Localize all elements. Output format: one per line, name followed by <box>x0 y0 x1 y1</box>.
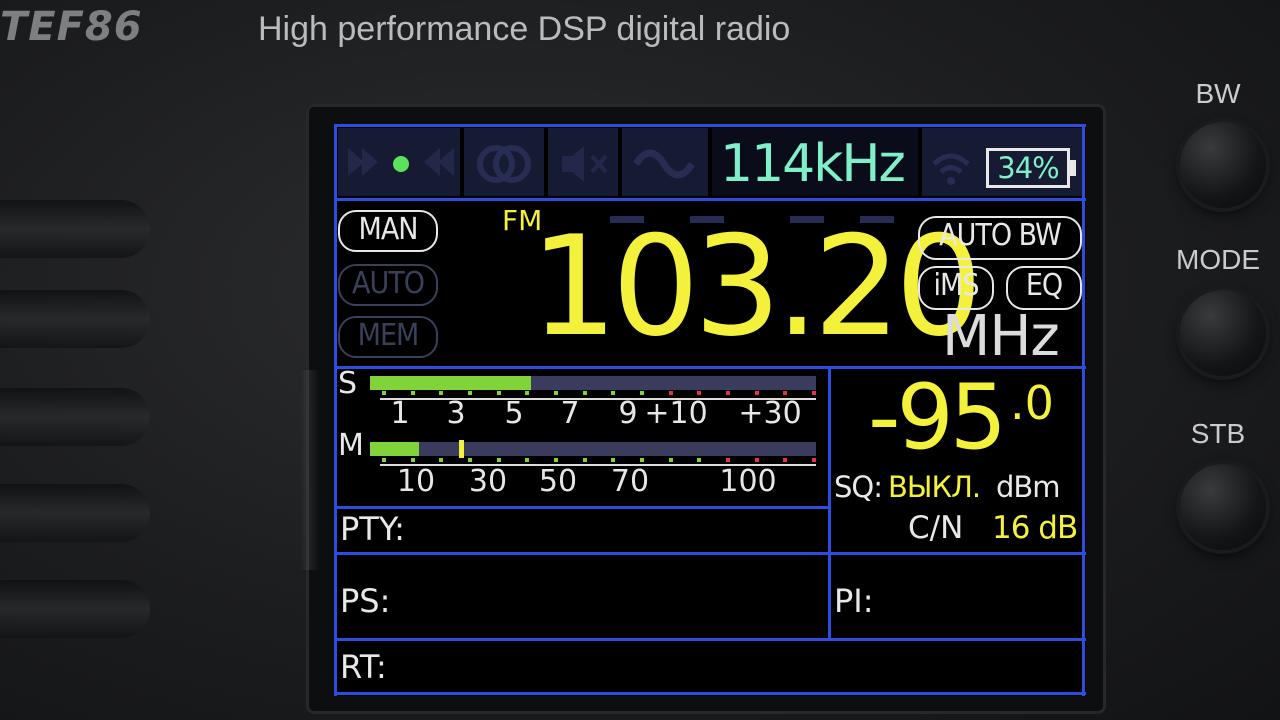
meter-tick <box>525 458 530 462</box>
s-meter-fill <box>370 376 531 390</box>
m-meter-track <box>370 442 816 456</box>
battery-percent: 34% <box>997 151 1059 185</box>
meter-tick <box>812 391 816 395</box>
m-scale-label: 100 <box>719 464 777 499</box>
meter-tick <box>554 458 558 462</box>
screen-glare <box>300 370 320 570</box>
brand-logo: TEF86 <box>0 4 143 50</box>
meter-tick <box>726 458 730 462</box>
manual-tuning-button[interactable]: MAN <box>338 210 438 252</box>
signal-unit: dBm <box>996 470 1061 504</box>
meter-tick <box>468 391 472 395</box>
meter-tick <box>640 391 644 395</box>
stb-knob[interactable] <box>1180 464 1266 550</box>
speaker-grille-slot <box>0 290 150 348</box>
stereo-indicator-icon <box>348 148 454 176</box>
s-scale-label: 1 <box>390 396 410 431</box>
bandwidth-cell: 114kHz <box>712 128 918 196</box>
battery-icon: 34% <box>986 148 1070 188</box>
meter-tick <box>668 391 673 395</box>
meter-tick <box>726 391 730 395</box>
s-meter-label: S <box>338 366 358 401</box>
wifi-icon <box>932 153 970 185</box>
meter-tick <box>783 391 788 395</box>
m-meter-peak-marker <box>459 440 464 458</box>
frequency-unit: MHz <box>942 304 1060 369</box>
m-scale-label: 50 <box>538 464 578 499</box>
speaker-grille-slot <box>0 484 150 542</box>
battery-tip <box>1070 160 1076 176</box>
speaker-mute-icon <box>562 146 608 182</box>
meter-tick <box>611 458 616 462</box>
s-scale-label: +10 <box>644 396 708 431</box>
meter-tick <box>496 391 501 395</box>
meter-tick <box>382 391 386 395</box>
meter-tick <box>525 391 530 395</box>
rds-sync-cell <box>464 128 544 196</box>
cn-value: 16 dB <box>992 510 1078 546</box>
meter-tick <box>611 391 616 395</box>
meter-tick <box>410 458 415 462</box>
meter-tick <box>783 458 788 462</box>
meter-tick <box>754 458 759 462</box>
meter-tick <box>468 458 472 462</box>
bw-knob[interactable] <box>1180 122 1266 208</box>
meter-tick <box>754 391 759 395</box>
squelch-value: ВЫКЛ. <box>888 470 981 504</box>
meter-tick <box>554 391 558 395</box>
stb-button-label: STB <box>1190 418 1246 449</box>
meter-tick <box>812 458 816 462</box>
m-scale-label: 10 <box>396 464 436 499</box>
signal-strength-value: -95 <box>868 365 1007 470</box>
meter-tick <box>410 391 415 395</box>
loop-icon <box>633 149 695 179</box>
meter-tick <box>640 458 644 462</box>
mode-button-label: MODE <box>1176 244 1260 275</box>
signal-strength-decimal: .0 <box>1010 376 1054 430</box>
mute-cell <box>548 128 618 196</box>
s-scale-label: +30 <box>738 396 802 431</box>
pi-label: PI: <box>834 582 874 620</box>
rds-link-icon <box>477 145 531 183</box>
m-meter-label: M <box>338 428 364 463</box>
frequency-display: 103.20 <box>530 206 983 367</box>
mode-knob[interactable] <box>1180 290 1266 376</box>
meter-tick <box>582 391 587 395</box>
sync-cell <box>622 128 708 196</box>
speaker-grille-slot <box>0 580 150 638</box>
speaker-grille-slot <box>0 388 150 446</box>
s-scale-label: 9 <box>618 396 638 431</box>
stereo-indicator-cell <box>338 128 460 196</box>
meter-tick <box>697 391 702 395</box>
meter-tick <box>439 391 444 395</box>
ps-label: PS: <box>340 582 391 620</box>
memory-tuning-button[interactable]: MEM <box>338 316 438 358</box>
battery-cell: 34% <box>922 128 1082 196</box>
speaker-grille-slot <box>0 200 150 258</box>
pty-label: PTY: <box>340 510 405 548</box>
meter-tick <box>697 458 702 462</box>
meter-tick <box>439 458 444 462</box>
radio-display: 114kHz 34% MAN AUTO MEM FM 103.20 AUTO B… <box>334 124 1086 696</box>
auto-bw-button[interactable]: AUTO BW <box>918 216 1082 260</box>
meter-tick <box>496 458 501 462</box>
meter-tick <box>668 458 673 462</box>
m-meter-fill <box>370 442 419 456</box>
m-scale-label: 30 <box>468 464 508 499</box>
cn-label: C/N <box>908 510 964 546</box>
bw-button-label: BW <box>1195 78 1241 109</box>
m-scale-label: 70 <box>610 464 650 499</box>
meter-tick <box>382 458 386 462</box>
s-scale-label: 7 <box>560 396 580 431</box>
auto-tuning-button[interactable]: AUTO <box>338 264 438 306</box>
bandwidth-readout: 114kHz <box>720 134 906 194</box>
meter-tick <box>582 458 587 462</box>
rt-label: RT: <box>340 648 387 686</box>
squelch-label: SQ: <box>834 470 883 504</box>
s-scale-label: 5 <box>504 396 524 431</box>
device-tagline: High performance DSP digital radio <box>258 10 791 48</box>
s-scale-label: 3 <box>446 396 466 431</box>
